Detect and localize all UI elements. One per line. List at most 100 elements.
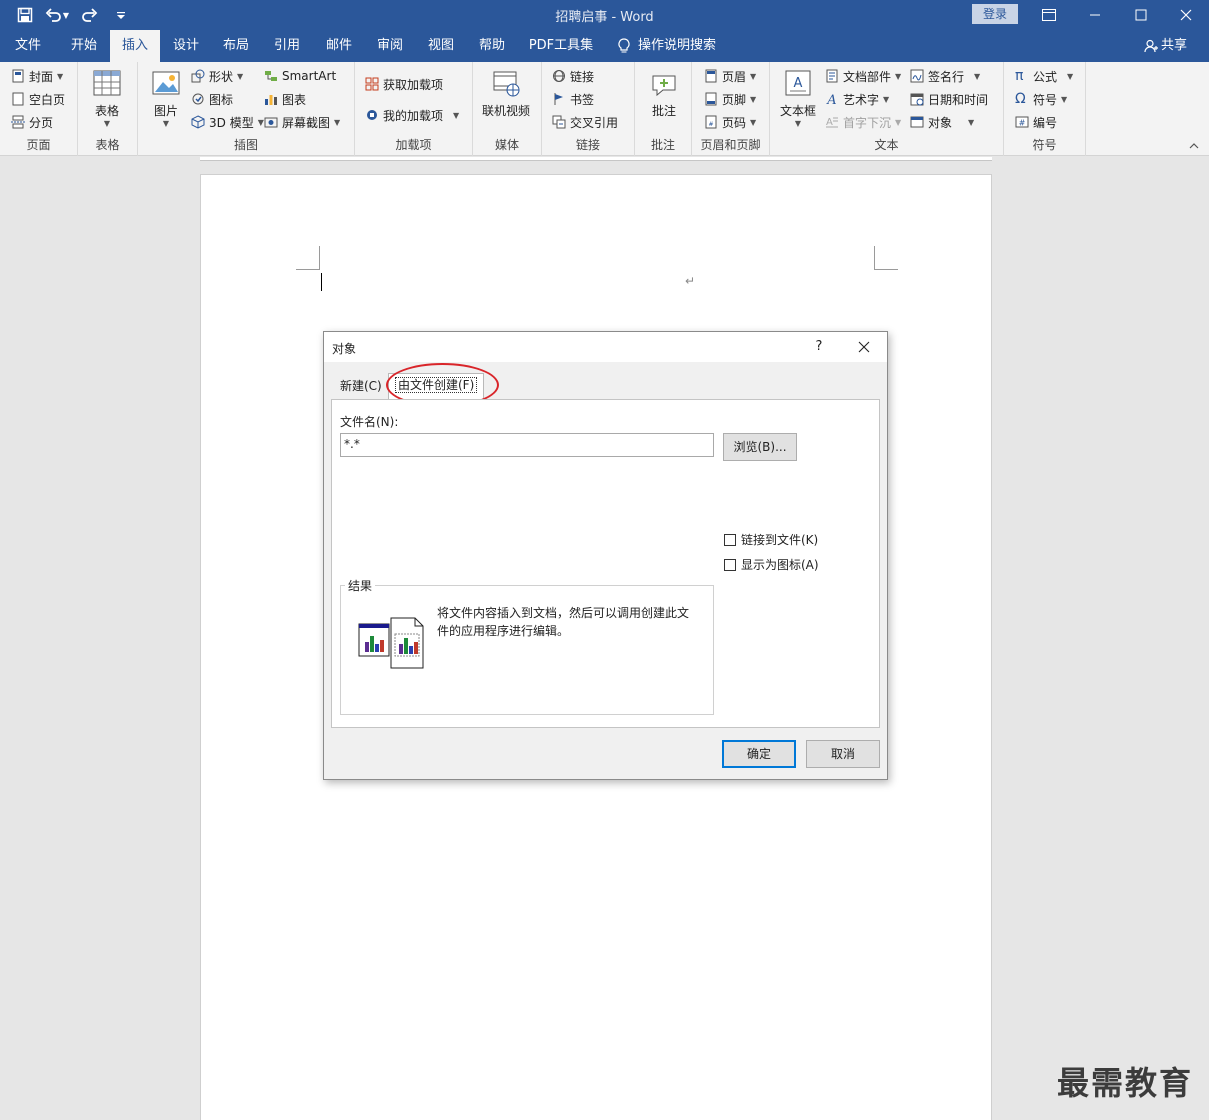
online-video-button[interactable]: 联机视频 xyxy=(482,68,530,119)
number-label: 编号 xyxy=(1033,115,1058,130)
insert-file-content-icon xyxy=(358,617,424,669)
title-bar: ▼ 招聘启事 - Word 登录 xyxy=(0,0,1209,30)
result-group: 结果 将文件内容插入到文档，然后可以调用创建此文件的应用程序进行编辑。 xyxy=(340,577,714,715)
group-label-illustrations: 插图 xyxy=(233,138,258,152)
tab-design[interactable]: 设计 xyxy=(162,30,210,62)
tab-references[interactable]: 引用 xyxy=(263,30,311,62)
date-time-button[interactable]: 日期和时间 xyxy=(910,89,988,109)
chevron-down-icon: ▼ xyxy=(883,94,890,104)
undo-icon xyxy=(45,8,61,22)
person-icon xyxy=(1144,39,1158,53)
display-as-icon-label: 显示为图标(A) xyxy=(741,558,819,572)
object-button[interactable]: 对象 ▼ xyxy=(910,112,974,132)
signin-button[interactable]: 登录 xyxy=(972,4,1018,24)
link-to-file-box[interactable] xyxy=(724,533,736,546)
cancel-button[interactable]: 取消 xyxy=(806,740,880,768)
screenshot-button[interactable]: 屏幕截图 ▼ xyxy=(264,112,340,132)
chevron-up-icon xyxy=(1189,143,1199,149)
tab-create-new[interactable]: 新建(C) xyxy=(334,375,388,399)
text-cursor xyxy=(321,273,322,291)
smartart-button[interactable]: SmartArt xyxy=(264,66,336,86)
redo-button[interactable] xyxy=(76,4,102,26)
symbol-button[interactable]: Ω 符号 ▼ xyxy=(1015,89,1067,109)
signature-line-button[interactable]: 签名行 ▼ xyxy=(910,66,980,86)
customize-qat-button[interactable] xyxy=(108,4,134,26)
filename-input[interactable]: *.* xyxy=(340,433,714,457)
screenshot-icon xyxy=(264,117,278,128)
bookmark-button[interactable]: 书签 xyxy=(552,89,594,109)
tab-help[interactable]: 帮助 xyxy=(467,30,517,62)
quick-parts-button[interactable]: 文档部件 ▼ xyxy=(825,66,901,86)
cross-reference-button[interactable]: 交叉引用 xyxy=(552,112,618,132)
svg-text:A: A xyxy=(826,93,836,106)
3d-models-button[interactable]: 3D 模型 ▼ xyxy=(191,112,264,132)
display-as-icon-box[interactable] xyxy=(724,558,736,571)
browse-button[interactable]: 浏览(B)... xyxy=(723,433,797,461)
icons-button[interactable]: 图标 xyxy=(191,89,233,109)
drop-cap-button[interactable]: A 首字下沉 ▼ xyxy=(825,112,901,132)
tab-view[interactable]: 视图 xyxy=(416,30,466,62)
save-button[interactable] xyxy=(12,4,38,26)
text-box-button[interactable]: A 文本框 ▼ xyxy=(780,68,816,128)
table-button[interactable]: 表格 ▼ xyxy=(92,68,122,128)
chart-icon xyxy=(265,95,277,105)
cover-page-button[interactable]: 封面 ▼ xyxy=(11,66,63,86)
page-number-icon: # xyxy=(705,115,717,129)
chevron-down-icon: ▼ xyxy=(750,94,757,104)
my-addins-button[interactable]: 我的加载项 ▼ xyxy=(365,105,459,125)
chevron-down-icon: ▼ xyxy=(974,71,981,81)
footer-button[interactable]: 页脚 ▼ xyxy=(704,89,756,109)
link-to-file-checkbox[interactable]: 链接到文件(K) xyxy=(724,531,818,548)
help-button[interactable]: ? xyxy=(808,336,830,358)
ribbon-group-header-footer: 页眉 ▼ 页脚 ▼ # 页码 ▼ 页眉和页脚 xyxy=(692,62,770,156)
addin-icon xyxy=(367,110,377,120)
tell-me-label: 操作说明搜索 xyxy=(638,38,717,53)
cube-icon xyxy=(191,115,205,129)
shapes-button[interactable]: 形状 ▼ xyxy=(191,66,243,86)
header-button[interactable]: 页眉 ▼ xyxy=(704,66,756,86)
redo-icon xyxy=(82,8,98,22)
page-number-button[interactable]: # 页码 ▼ xyxy=(704,112,756,132)
tab-file[interactable]: 文件 xyxy=(4,30,52,62)
tell-me-search[interactable]: 操作说明搜索 xyxy=(618,30,716,62)
page-break-button[interactable]: 分页 xyxy=(11,112,53,132)
store-icon xyxy=(365,77,379,91)
pictures-button[interactable]: 图片 ▼ xyxy=(151,68,181,128)
icons-icon xyxy=(192,93,204,105)
collapse-ribbon-button[interactable] xyxy=(1189,142,1199,153)
group-label-addins: 加载项 xyxy=(395,138,432,152)
header-label: 页眉 xyxy=(722,69,747,84)
get-addins-button[interactable]: 获取加载项 xyxy=(365,74,443,94)
blank-page-button[interactable]: 空白页 xyxy=(11,89,65,109)
number-button[interactable]: # 编号 xyxy=(1015,112,1057,132)
tab-insert[interactable]: 插入 xyxy=(110,30,160,62)
tab-home[interactable]: 开始 xyxy=(58,30,110,62)
link-button[interactable]: 链接 xyxy=(552,66,594,86)
chevron-down-icon: ▼ xyxy=(237,71,244,81)
quick-parts-icon xyxy=(826,69,838,83)
bookmark-label: 书签 xyxy=(570,92,595,107)
tab-layout[interactable]: 布局 xyxy=(212,30,260,62)
margin-corner-top-right xyxy=(874,246,898,270)
wordart-button[interactable]: A 艺术字 ▼ xyxy=(825,89,889,109)
close-window-button[interactable] xyxy=(1163,0,1209,30)
tab-review[interactable]: 审阅 xyxy=(365,30,415,62)
close-icon xyxy=(858,341,870,353)
maximize-button[interactable] xyxy=(1118,0,1164,30)
chart-button[interactable]: 图表 xyxy=(264,89,306,109)
minimize-button[interactable] xyxy=(1072,0,1118,30)
wordart-icon: A xyxy=(826,93,836,106)
new-comment-button[interactable]: 批注 xyxy=(649,68,679,119)
undo-button[interactable]: ▼ xyxy=(44,4,70,26)
tab-pdf-tools[interactable]: PDF工具集 xyxy=(522,30,600,62)
display-as-icon-checkbox[interactable]: 显示为图标(A) xyxy=(724,556,819,573)
new-comment-label: 批注 xyxy=(651,104,676,118)
equation-button[interactable]: π 公式 ▼ xyxy=(1015,66,1073,86)
close-dialog-button[interactable] xyxy=(850,336,878,358)
filename-label: 文件名(N): xyxy=(340,415,399,429)
tab-mailings[interactable]: 邮件 xyxy=(314,30,364,62)
share-button[interactable]: 共享 xyxy=(1144,30,1187,62)
ribbon-display-options-button[interactable] xyxy=(1026,0,1072,30)
share-label: 共享 xyxy=(1161,38,1188,53)
ok-button[interactable]: 确定 xyxy=(722,740,796,768)
